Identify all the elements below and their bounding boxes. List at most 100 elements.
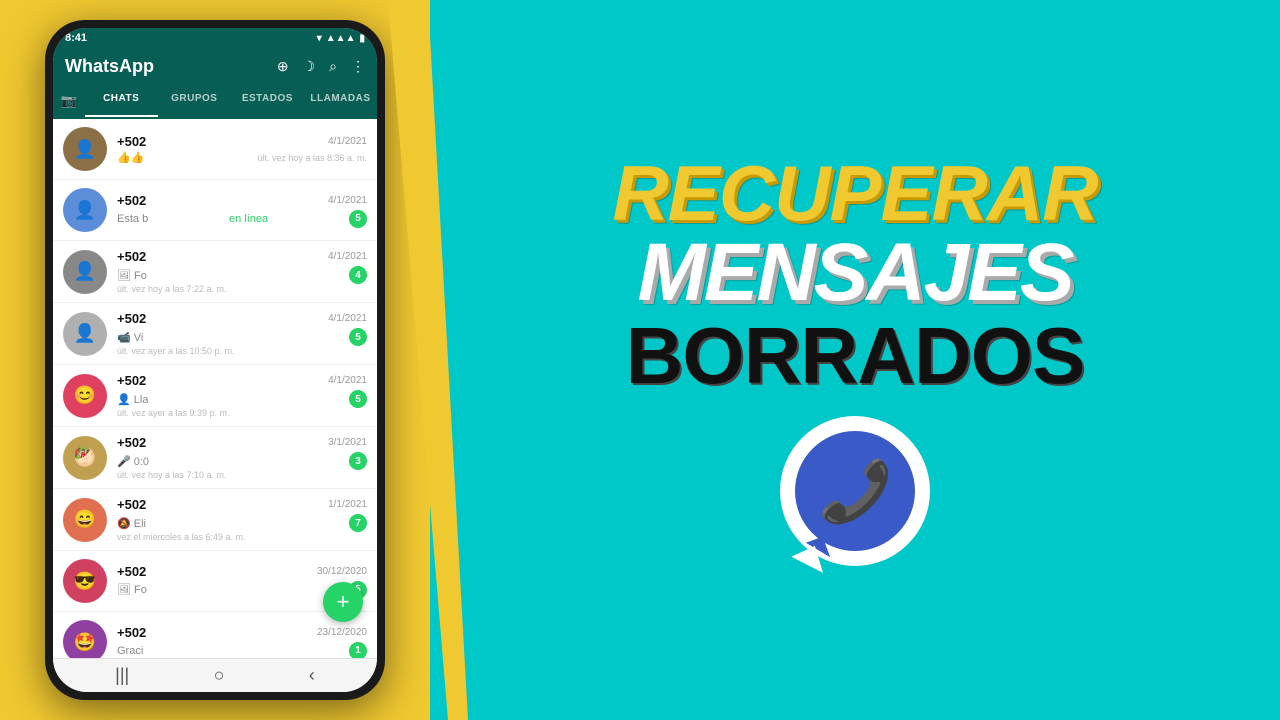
sub-preview: últ. vez hoy a las 7:22 a. m. (117, 284, 367, 294)
chat-top: +502 23/12/2020 (117, 625, 367, 640)
unread-badge: 4 (349, 266, 367, 284)
tab-estados[interactable]: ESTADOS (231, 85, 304, 117)
chat-bottom: 🎤 0:0 3 (117, 452, 367, 470)
chat-preview: 🖼 Fo (117, 583, 147, 596)
phone-logo-icon: 📞 (818, 456, 893, 527)
wa-header: WhatsApp ⊕ ☽ ⌕ ⋮ (53, 48, 377, 85)
sub-preview: últ. vez ayer a las 9:39 p. m. (117, 408, 367, 418)
chat-item[interactable]: 🤩 +502 23/12/2020 Graci 1 + (53, 612, 377, 658)
status-time: 8:41 (65, 32, 87, 44)
moon-icon[interactable]: ☽ (303, 58, 316, 75)
chat-top: +502 4/1/2021 (117, 193, 367, 208)
chat-bottom: Graci 1 (117, 642, 367, 659)
chat-item[interactable]: 🥙 +502 3/1/2021 🎤 0:0 3 últ. vez hoy a l… (53, 427, 377, 489)
unread-badge: 1 (349, 642, 367, 659)
battery-icon: ▮ (359, 33, 365, 44)
wifi-icon[interactable]: ⊕ (277, 58, 289, 75)
tab-llamadas[interactable]: LLAMADAS (304, 85, 377, 117)
chat-time: 30/12/2020 (317, 566, 367, 577)
chat-item[interactable]: 👤 +502 4/1/2021 🖼 Fo 4 últ. vez hoy a la… (53, 241, 377, 303)
headline-block: RECUPERAR MENSAJES BORRADOS (612, 154, 1097, 398)
tabs-bar: 📷 CHATS GRUPOS ESTADOS LLAMADAS (53, 85, 377, 119)
chat-info: +502 1/1/2021 🔕 Eli 7 vez el miércoles a… (117, 497, 367, 542)
nav-back-icon[interactable]: ||| (115, 665, 129, 686)
headline-borrados: BORRADOS (612, 314, 1097, 398)
avatar: 😄 (63, 498, 107, 542)
unread-badge: 3 (349, 452, 367, 470)
chat-bottom: 🔕 Eli 7 (117, 514, 367, 532)
avatar: 👤 (63, 127, 107, 171)
chat-name: +502 (117, 249, 146, 264)
chat-preview: 🔕 Eli (117, 517, 146, 530)
chat-info: +502 3/1/2021 🎤 0:0 3 últ. vez hoy a las… (117, 435, 367, 480)
headline-mensajes: MENSAJES (612, 232, 1097, 314)
tab-camera[interactable]: 📷 (53, 85, 85, 117)
chat-time: 4/1/2021 (328, 195, 367, 206)
chat-item[interactable]: 👤 +502 4/1/2021 📹 Vi 5 últ. vez ayer a l… (53, 303, 377, 365)
chat-time: 23/12/2020 (317, 627, 367, 638)
menu-icon[interactable]: ⋮ (351, 58, 365, 75)
chat-preview: 👍👍 (117, 151, 144, 164)
avatar: 👤 (63, 188, 107, 232)
phone-mockup: 8:41 ▾ ▲▲▲ ▮ WhatsApp ⊕ ☽ ⌕ ⋮ 📷 (45, 20, 385, 700)
status-bar: 8:41 ▾ ▲▲▲ ▮ (53, 28, 377, 48)
chat-time: 4/1/2021 (328, 375, 367, 386)
chat-top: +502 4/1/2021 (117, 134, 367, 149)
chat-preview: 🎤 0:0 (117, 455, 149, 468)
chat-bottom: 🖼 Fo 4 (117, 266, 367, 284)
chat-name: +502 (117, 564, 146, 579)
chat-preview: 🖼 Fo (117, 269, 147, 282)
compose-fab[interactable]: + (323, 582, 363, 622)
chat-top: +502 4/1/2021 (117, 311, 367, 326)
chat-top: +502 1/1/2021 (117, 497, 367, 512)
chat-top: +502 3/1/2021 (117, 435, 367, 450)
left-section: 8:41 ▾ ▲▲▲ ▮ WhatsApp ⊕ ☽ ⌕ ⋮ 📷 (0, 0, 430, 720)
app-title: WhatsApp (65, 56, 154, 77)
chat-top: +502 4/1/2021 (117, 249, 367, 264)
chat-item[interactable]: 😊 +502 4/1/2021 👤 Lla 5 últ. vez ayer a … (53, 365, 377, 427)
chat-bottom: 👍👍 últ. vez hoy a las 8:36 a. m. (117, 151, 367, 164)
wa-logo-background: 📞 (780, 416, 930, 566)
unread-badge: 7 (349, 514, 367, 532)
chat-time: 3/1/2021 (328, 437, 367, 448)
chat-name: +502 (117, 193, 146, 208)
avatar: 😎 (63, 559, 107, 603)
chat-top: +502 30/12/2020 (117, 564, 367, 579)
chat-list: 👤 +502 4/1/2021 👍👍 últ. vez hoy a las 8:… (53, 119, 377, 658)
unread-badge: 5 (349, 328, 367, 346)
chat-info: +502 4/1/2021 👤 Lla 5 últ. vez ayer a la… (117, 373, 367, 418)
unread-badge: 5 (349, 210, 367, 228)
chat-sub-preview: últ. vez hoy a las 8:36 a. m. (257, 153, 367, 163)
online-status: en línea (229, 213, 268, 225)
wa-logo-circle: 📞 (795, 431, 915, 551)
chat-item[interactable]: 👤 +502 4/1/2021 Esta b en línea 5 (53, 180, 377, 241)
wa-logo: 📞 (780, 416, 930, 566)
chat-name: +502 (117, 497, 146, 512)
chat-time: 4/1/2021 (328, 251, 367, 262)
tab-grupos[interactable]: GRUPOS (158, 85, 231, 117)
avatar: 😊 (63, 374, 107, 418)
chat-preview: 👤 Lla (117, 393, 148, 406)
chat-name: +502 (117, 373, 146, 388)
chat-info: +502 4/1/2021 Esta b en línea 5 (117, 193, 367, 228)
wifi-status-icon: ▾ (317, 33, 322, 44)
chat-info: +502 23/12/2020 Graci 1 (117, 625, 367, 659)
avatar: 🥙 (63, 436, 107, 480)
avatar: 👤 (63, 250, 107, 294)
chat-name: +502 (117, 311, 146, 326)
nav-home-icon[interactable]: ○ (214, 665, 225, 686)
chat-info: +502 4/1/2021 📹 Vi 5 últ. vez ayer a las… (117, 311, 367, 356)
chat-top: +502 4/1/2021 (117, 373, 367, 388)
signal-icon: ▲▲▲ (326, 33, 356, 44)
header-icons: ⊕ ☽ ⌕ ⋮ (277, 58, 365, 75)
chat-preview: Graci (117, 645, 143, 657)
chat-bottom: Esta b en línea 5 (117, 210, 367, 228)
sub-preview: últ. vez ayer a las 10:50 p. m. (117, 346, 367, 356)
tab-chats[interactable]: CHATS (85, 85, 158, 117)
chat-name: +502 (117, 435, 146, 450)
search-icon[interactable]: ⌕ (329, 58, 337, 75)
chat-item[interactable]: 👤 +502 4/1/2021 👍👍 últ. vez hoy a las 8:… (53, 119, 377, 180)
chat-item[interactable]: 😄 +502 1/1/2021 🔕 Eli 7 vez el miércoles… (53, 489, 377, 551)
phone-screen: 8:41 ▾ ▲▲▲ ▮ WhatsApp ⊕ ☽ ⌕ ⋮ 📷 (53, 28, 377, 692)
nav-recent-icon[interactable]: ‹ (309, 665, 315, 686)
